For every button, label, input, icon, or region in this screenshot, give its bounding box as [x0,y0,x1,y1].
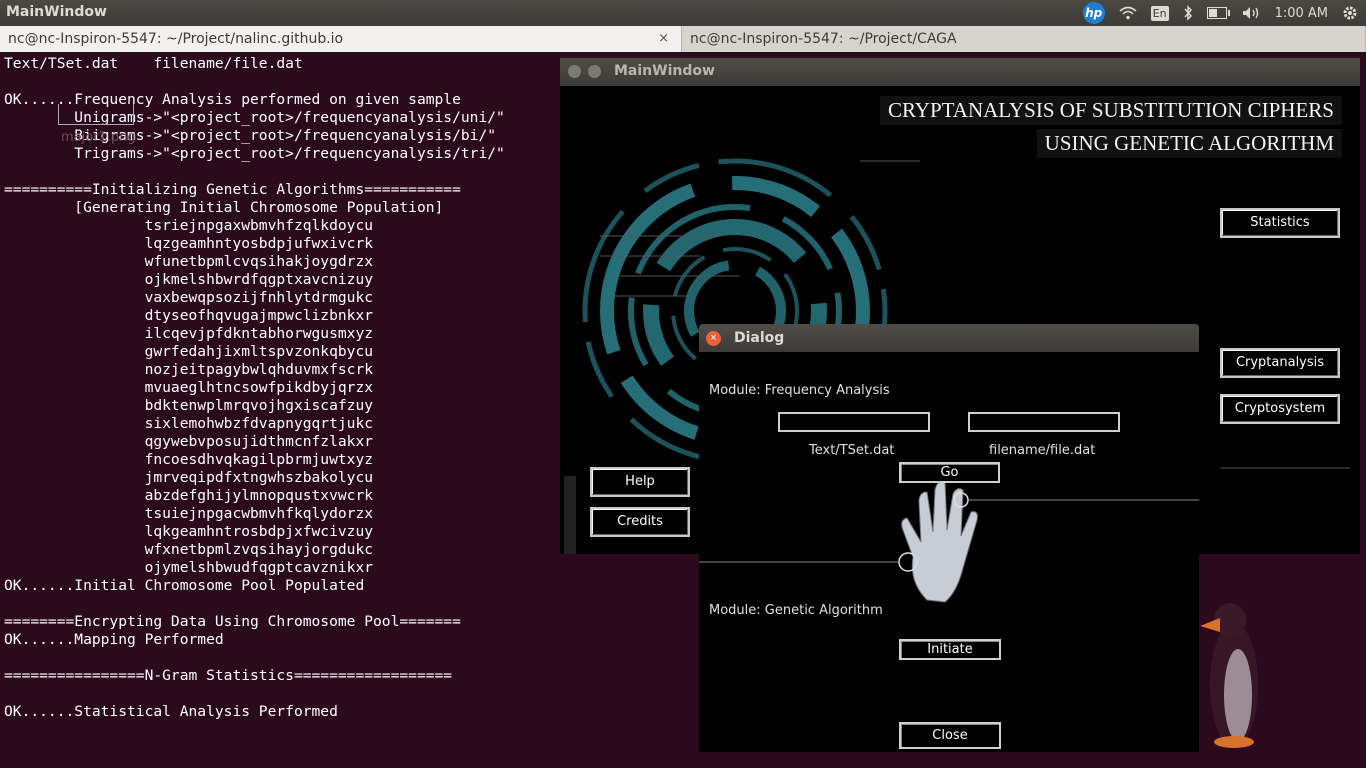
hp-logo-icon[interactable]: hp [1082,2,1105,24]
module-genetic-algorithm-label: Module: Genetic Algorithm [709,603,883,618]
system-tray: hp En 1:00 AM [1082,0,1358,26]
active-window-title: MainWindow [6,4,107,20]
dialog-titlebar[interactable]: × Dialog [699,324,1199,352]
clock[interactable]: 1:00 AM [1275,6,1328,21]
statistics-button[interactable]: Statistics [1220,208,1340,238]
module-frequency-analysis-label: Module: Frequency Analysis [709,383,890,398]
terminal-tab-bar: nc@nc-Inspiron-5547: ~/Project/nalinc.gi… [0,26,1366,52]
go-button[interactable]: Go [899,462,1000,483]
output-file-caption: filename/file.dat [989,443,1096,458]
tab-label: nc@nc-Inspiron-5547: ~/Project/nalinc.gi… [8,31,344,47]
initiate-button[interactable]: Initiate [899,639,1001,660]
terminal-text: Text/TSet.dat filename/file.dat OK......… [4,55,505,720]
desktop-file-selection [58,104,134,125]
cryptosystem-button[interactable]: Cryptosystem [1220,394,1340,424]
main-window-title: MainWindow [614,63,715,79]
dialog-title: Dialog [734,330,785,346]
app-banner: CRYPTANALYSIS OF SUBSTITUTION CIPHERS US… [879,96,1342,162]
volume-icon[interactable] [1241,6,1261,20]
battery-level-fill [1208,9,1218,17]
battery-icon[interactable] [1206,7,1230,19]
palm-print-icon [699,481,1199,603]
window-minimize-icon[interactable] [588,65,601,78]
settings-gear-icon[interactable] [1342,5,1358,21]
main-window-titlebar[interactable]: MainWindow [560,58,1360,86]
credits-button[interactable]: Credits [590,507,690,537]
sample-file-input[interactable] [778,412,930,432]
sample-file-caption: Text/TSet.dat [809,443,895,458]
tab-label: nc@nc-Inspiron-5547: ~/Project/CAGA [690,31,957,47]
keyboard-layout-indicator[interactable]: En [1150,5,1169,21]
banner-title-line-1: CRYPTANALYSIS OF SUBSTITUTION CIPHERS [879,96,1342,125]
close-icon[interactable]: × [706,331,721,346]
output-file-input[interactable] [968,412,1120,432]
banner-title-line-2: USING GENETIC ALGORITHM [1036,129,1342,158]
top-panel: MainWindow hp En 1:00 AM [0,0,1366,26]
wifi-icon[interactable] [1119,6,1137,20]
window-close-icon[interactable] [568,65,581,78]
close-button[interactable]: Close [899,722,1001,749]
cryptanalysis-button[interactable]: Cryptanalysis [1220,348,1340,378]
bluetooth-icon[interactable] [1183,5,1193,21]
tab-caga[interactable]: nc@nc-Inspiron-5547: ~/Project/CAGA [682,26,1366,52]
desktop-file-label: major1.png [61,130,136,145]
help-button[interactable]: Help [590,467,690,497]
tab-nalinc-github-io[interactable]: nc@nc-Inspiron-5547: ~/Project/nalinc.gi… [0,26,682,52]
close-icon[interactable]: × [658,26,669,52]
dialog-window: × Dialog Module: Frequency Analysis Text… [699,324,1199,752]
penguin-wallpaper-image [1200,603,1258,748]
